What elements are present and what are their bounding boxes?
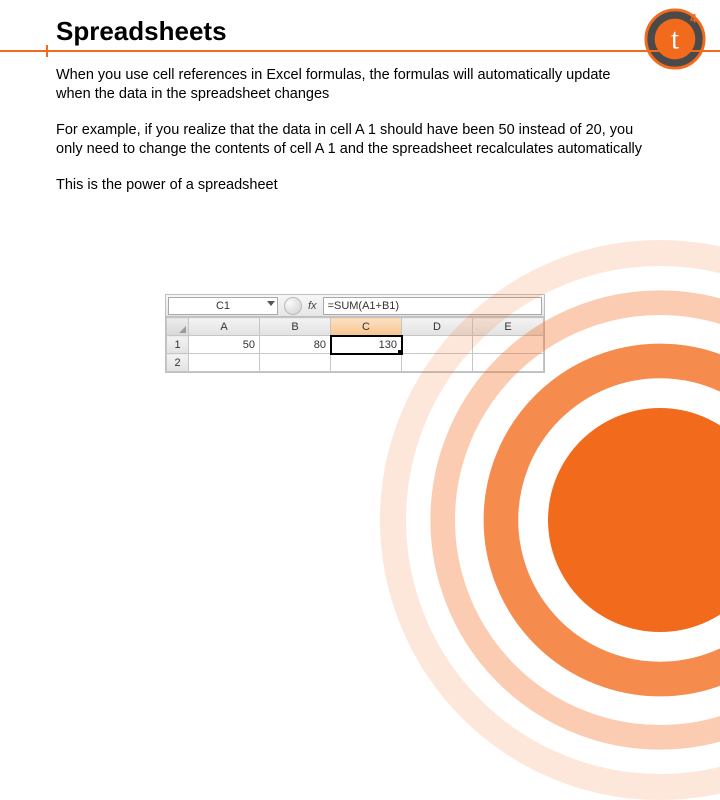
excel-screenshot: C1 fx =SUM(A1+B1) A B C D E 1 50 80 1	[165, 294, 545, 373]
row-header-1[interactable]: 1	[167, 336, 189, 354]
fx-button-icon[interactable]	[284, 297, 302, 315]
formula-bar[interactable]: =SUM(A1+B1)	[323, 297, 542, 315]
logo-sup: 4	[690, 13, 697, 26]
cell-A1[interactable]: 50	[189, 336, 260, 354]
table-row: 1 50 80 130	[167, 336, 544, 354]
cell-C2[interactable]	[331, 354, 402, 372]
cell-D1[interactable]	[402, 336, 473, 354]
cell-D2[interactable]	[402, 354, 473, 372]
col-header-B[interactable]: B	[260, 318, 331, 336]
name-box-value: C1	[216, 300, 230, 312]
col-header-C[interactable]: C	[331, 318, 402, 336]
spreadsheet-grid: A B C D E 1 50 80 130 2	[166, 317, 544, 372]
title-divider	[0, 50, 720, 52]
select-all-corner[interactable]	[167, 318, 189, 336]
page-title: Spreadsheets	[56, 16, 227, 47]
t4-logo: t 4	[644, 8, 706, 70]
cell-B1[interactable]: 80	[260, 336, 331, 354]
paragraph-3: This is the power of a spreadsheet	[56, 176, 646, 195]
cell-C1[interactable]: 130	[331, 336, 402, 354]
name-box[interactable]: C1	[168, 297, 278, 315]
col-header-E[interactable]: E	[473, 318, 544, 336]
cell-B2[interactable]	[260, 354, 331, 372]
col-header-D[interactable]: D	[402, 318, 473, 336]
paragraph-2: For example, if you realize that the dat…	[56, 121, 646, 158]
fx-label: fx	[308, 300, 317, 312]
paragraph-1: When you use cell references in Excel fo…	[56, 66, 646, 103]
row-header-2[interactable]: 2	[167, 354, 189, 372]
formula-bar-value: =SUM(A1+B1)	[328, 300, 400, 312]
cell-E2[interactable]	[473, 354, 544, 372]
table-row: 2	[167, 354, 544, 372]
formula-bar-row: C1 fx =SUM(A1+B1)	[166, 295, 544, 317]
body-text: When you use cell references in Excel fo…	[56, 66, 646, 213]
col-header-A[interactable]: A	[189, 318, 260, 336]
cell-E1[interactable]	[473, 336, 544, 354]
cell-A2[interactable]	[189, 354, 260, 372]
dropdown-icon[interactable]	[267, 301, 275, 306]
